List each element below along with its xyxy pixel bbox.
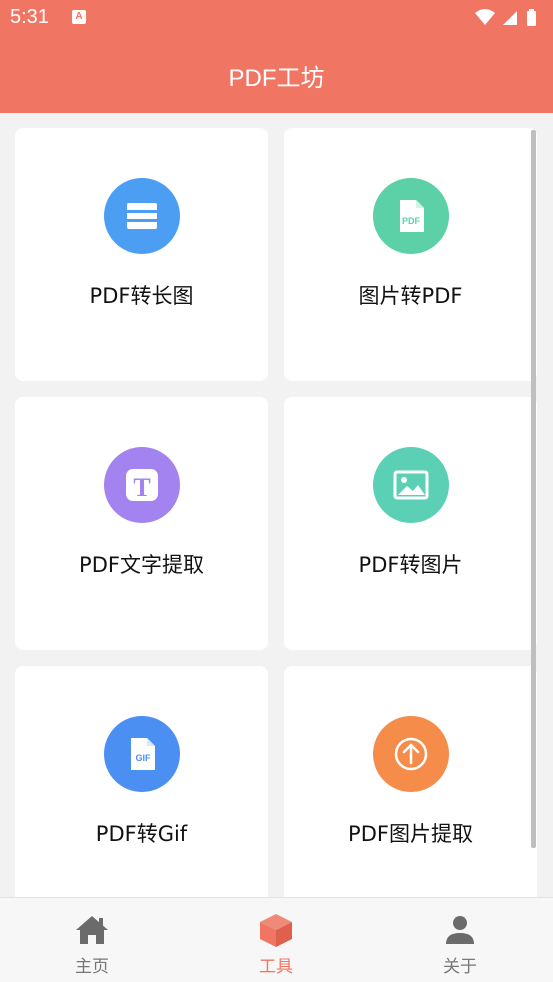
box-icon [260, 914, 292, 947]
tool-label: PDF转Gif [95, 822, 188, 846]
tab-label: 主页 [75, 957, 109, 977]
tab-tools[interactable]: 工具 [184, 898, 368, 982]
tool-label: PDF转长图 [89, 284, 194, 308]
home-icon [76, 916, 108, 944]
text-badge-letter: T [133, 473, 150, 502]
tool-card-pdf-text-extract[interactable]: T PDF文字提取 [15, 397, 268, 650]
tool-label: PDF图片提取 [348, 822, 473, 846]
notification-icon: A [72, 10, 86, 24]
scrollbar[interactable] [531, 130, 536, 848]
wifi-icon [475, 9, 495, 25]
person-icon [446, 916, 474, 944]
status-time: 5:31 [10, 6, 49, 28]
tool-card-pdf-image-extract[interactable]: PDF图片提取 [284, 666, 537, 897]
battery-icon [527, 9, 536, 26]
tool-card-image-to-pdf[interactable]: PDF 图片转PDF [284, 128, 537, 381]
tool-card-pdf-to-image[interactable]: PDF转图片 [284, 397, 537, 650]
app-bar: PDF工坊 [0, 36, 553, 113]
tool-label: PDF文字提取 [79, 553, 204, 577]
status-bar: 5:31 A [0, 0, 553, 36]
tab-label: 工具 [259, 957, 293, 977]
tab-home[interactable]: 主页 [0, 898, 184, 982]
picture-icon [372, 447, 449, 523]
gif-file-icon: GIF [103, 716, 180, 792]
tool-card-pdf-to-gif[interactable]: GIF PDF转Gif [15, 666, 268, 897]
bottom-tab-bar: 主页 工具 关于 [0, 897, 553, 982]
pdf-file-icon: PDF [372, 178, 449, 254]
system-icons [473, 7, 543, 33]
long-image-icon [103, 178, 180, 254]
gif-badge-text: GIF [135, 753, 151, 763]
tool-label: 图片转PDF [358, 284, 463, 308]
tool-card-pdf-to-long-image[interactable]: PDF转长图 [15, 128, 268, 381]
tool-label: PDF转图片 [358, 553, 463, 577]
signal-icon [503, 11, 517, 25]
pdf-badge-text: PDF [402, 216, 421, 226]
text-t-icon: T [103, 447, 180, 523]
page-title: PDF工坊 [228, 65, 325, 92]
tools-grid: PDF转长图 PDF 图片转PDF T PDF文字提取 PDF转图片 GIF P… [0, 113, 553, 897]
tab-about[interactable]: 关于 [368, 898, 552, 982]
upload-arrow-icon [372, 716, 449, 792]
tab-label: 关于 [443, 957, 477, 977]
